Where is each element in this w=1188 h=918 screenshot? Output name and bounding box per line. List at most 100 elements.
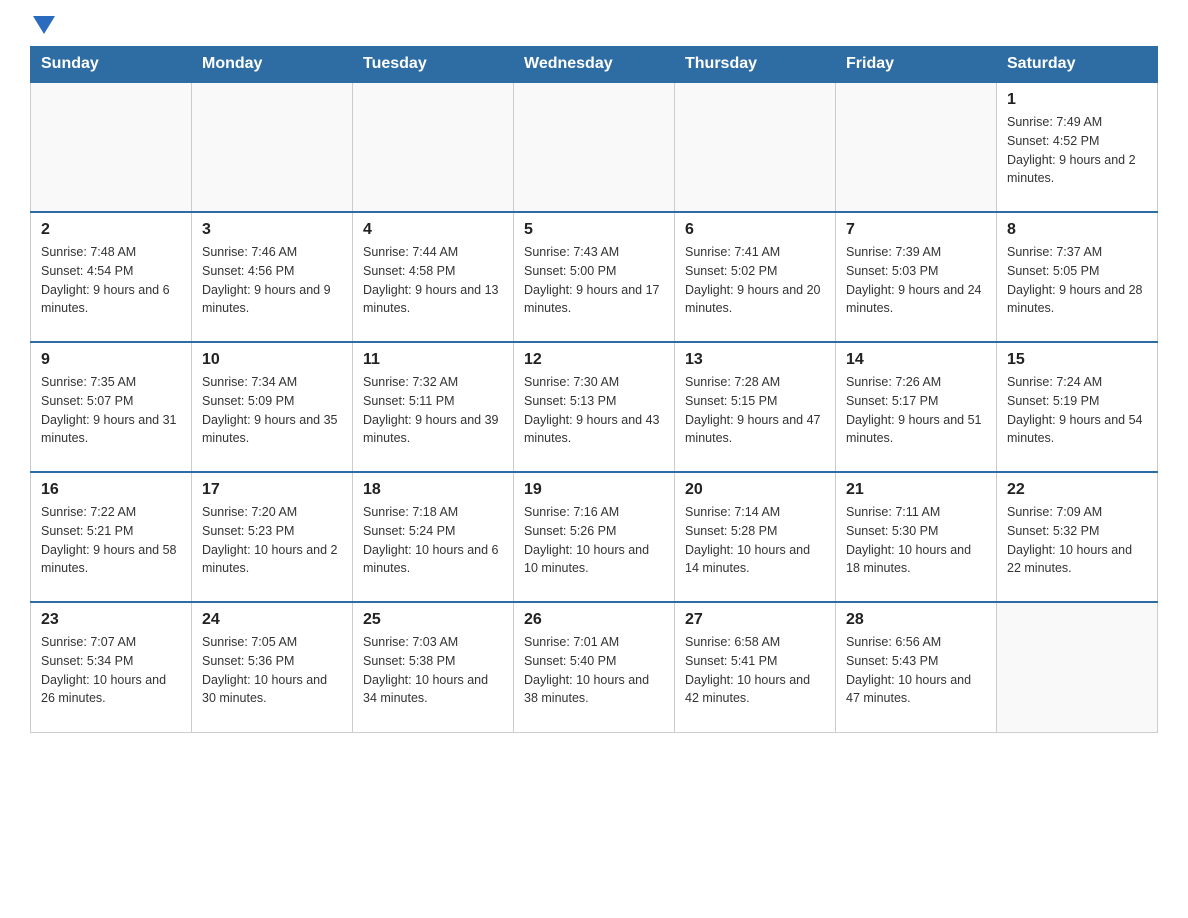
calendar-cell: 19 Sunrise: 7:16 AMSunset: 5:26 PMDayligh… — [514, 472, 675, 602]
calendar-table: SundayMondayTuesdayWednesdayThursdayFrid… — [30, 46, 1158, 733]
day-number: 7 — [846, 221, 986, 239]
day-info: Sunrise: 7:28 AMSunset: 5:15 PMDaylight:… — [685, 373, 825, 448]
calendar-cell: 8Sunrise: 7:37 AMSunset: 5:05 PMDaylight… — [997, 212, 1158, 342]
day-number: 5 — [524, 221, 664, 239]
calendar-cell — [675, 82, 836, 212]
calendar-week-row: 16 Sunrise: 7:22 AMSunset: 5:21 PMDayligh… — [31, 472, 1158, 602]
day-info: Sunrise: 7:03 AMSunset: 5:38 PMDaylight:… — [363, 633, 503, 708]
calendar-week-row: 9 Sunrise: 7:35 AMSunset: 5:07 PMDaylight… — [31, 342, 1158, 472]
day-number: 9 — [41, 351, 181, 369]
calendar-cell: 4Sunrise: 7:44 AMSunset: 4:58 PMDaylight… — [353, 212, 514, 342]
day-info: Sunrise: 7:09 AMSunset: 5:32 PMDaylight:… — [1007, 503, 1147, 578]
calendar-cell — [353, 82, 514, 212]
logo — [30, 20, 55, 36]
calendar-week-row: 23 Sunrise: 7:07 AMSunset: 5:34 PMDayligh… — [31, 602, 1158, 732]
calendar-cell: 10 Sunrise: 7:34 AMSunset: 5:09 PMDayligh… — [192, 342, 353, 472]
day-info: Sunrise: 7:37 AMSunset: 5:05 PMDaylight:… — [1007, 243, 1147, 318]
day-of-week-monday: Monday — [192, 47, 353, 83]
calendar-cell: 1 Sunrise: 7:49 AMSunset: 4:52 PMDaylight… — [997, 82, 1158, 212]
day-info: Sunrise: 7:39 AMSunset: 5:03 PMDaylight:… — [846, 243, 986, 318]
day-number: 12 — [524, 351, 664, 369]
day-info: Sunrise: 7:05 AMSunset: 5:36 PMDaylight:… — [202, 633, 342, 708]
day-info: Sunrise: 7:30 AMSunset: 5:13 PMDaylight:… — [524, 373, 664, 448]
day-number: 28 — [846, 611, 986, 629]
calendar-cell: 21 Sunrise: 7:11 AMSunset: 5:30 PMDayligh… — [836, 472, 997, 602]
logo-arrow-icon — [33, 16, 55, 36]
calendar-cell: 13 Sunrise: 7:28 AMSunset: 5:15 PMDayligh… — [675, 342, 836, 472]
day-info: Sunrise: 7:18 AMSunset: 5:24 PMDaylight:… — [363, 503, 503, 578]
calendar-cell: 11 Sunrise: 7:32 AMSunset: 5:11 PMDayligh… — [353, 342, 514, 472]
day-number: 23 — [41, 611, 181, 629]
calendar-cell: 2 Sunrise: 7:48 AMSunset: 4:54 PMDaylight… — [31, 212, 192, 342]
calendar-cell: 22 Sunrise: 7:09 AMSunset: 5:32 PMDayligh… — [997, 472, 1158, 602]
calendar-cell — [514, 82, 675, 212]
calendar-week-row: 1 Sunrise: 7:49 AMSunset: 4:52 PMDaylight… — [31, 82, 1158, 212]
day-info: Sunrise: 7:16 AMSunset: 5:26 PMDaylight:… — [524, 503, 664, 578]
day-number: 26 — [524, 611, 664, 629]
day-info: Sunrise: 7:11 AMSunset: 5:30 PMDaylight:… — [846, 503, 986, 578]
calendar-cell — [997, 602, 1158, 732]
calendar-cell: 17 Sunrise: 7:20 AMSunset: 5:23 PMDayligh… — [192, 472, 353, 602]
day-number: 25 — [363, 611, 503, 629]
day-of-week-thursday: Thursday — [675, 47, 836, 83]
day-number: 17 — [202, 481, 342, 499]
day-info: Sunrise: 7:26 AMSunset: 5:17 PMDaylight:… — [846, 373, 986, 448]
day-info: Sunrise: 7:14 AMSunset: 5:28 PMDaylight:… — [685, 503, 825, 578]
calendar-header-row: SundayMondayTuesdayWednesdayThursdayFrid… — [31, 47, 1158, 83]
day-number: 6 — [685, 221, 825, 239]
calendar-week-row: 2 Sunrise: 7:48 AMSunset: 4:54 PMDaylight… — [31, 212, 1158, 342]
calendar-cell: 6 Sunrise: 7:41 AMSunset: 5:02 PMDaylight… — [675, 212, 836, 342]
calendar-cell: 20 Sunrise: 7:14 AMSunset: 5:28 PMDayligh… — [675, 472, 836, 602]
day-number: 13 — [685, 351, 825, 369]
day-info: Sunrise: 7:24 AMSunset: 5:19 PMDaylight:… — [1007, 373, 1147, 448]
calendar-cell: 25 Sunrise: 7:03 AMSunset: 5:38 PMDayligh… — [353, 602, 514, 732]
calendar-cell: 27Sunrise: 6:58 AMSunset: 5:41 PMDayligh… — [675, 602, 836, 732]
day-info: Sunrise: 7:35 AMSunset: 5:07 PMDaylight:… — [41, 373, 181, 448]
calendar-cell: 5 Sunrise: 7:43 AMSunset: 5:00 PMDaylight… — [514, 212, 675, 342]
day-info: Sunrise: 7:41 AMSunset: 5:02 PMDaylight:… — [685, 243, 825, 318]
calendar-cell: 16 Sunrise: 7:22 AMSunset: 5:21 PMDayligh… — [31, 472, 192, 602]
day-number: 11 — [363, 351, 503, 369]
day-number: 3 — [202, 221, 342, 239]
day-number: 15 — [1007, 351, 1147, 369]
day-number: 2 — [41, 221, 181, 239]
day-number: 4 — [363, 221, 503, 239]
day-number: 14 — [846, 351, 986, 369]
day-of-week-sunday: Sunday — [31, 47, 192, 83]
calendar-cell: 23 Sunrise: 7:07 AMSunset: 5:34 PMDayligh… — [31, 602, 192, 732]
calendar-cell — [836, 82, 997, 212]
day-number: 16 — [41, 481, 181, 499]
day-of-week-saturday: Saturday — [997, 47, 1158, 83]
day-number: 22 — [1007, 481, 1147, 499]
day-number: 21 — [846, 481, 986, 499]
page-header — [30, 20, 1158, 36]
day-number: 1 — [1007, 91, 1147, 109]
day-info: Sunrise: 7:34 AMSunset: 5:09 PMDaylight:… — [202, 373, 342, 448]
day-info: Sunrise: 7:22 AMSunset: 5:21 PMDaylight:… — [41, 503, 181, 578]
calendar-cell: 18 Sunrise: 7:18 AMSunset: 5:24 PMDayligh… — [353, 472, 514, 602]
calendar-cell: 14 Sunrise: 7:26 AMSunset: 5:17 PMDayligh… — [836, 342, 997, 472]
day-info: Sunrise: 7:49 AMSunset: 4:52 PMDaylight:… — [1007, 113, 1147, 188]
day-info: Sunrise: 7:46 AMSunset: 4:56 PMDaylight:… — [202, 243, 342, 318]
day-of-week-wednesday: Wednesday — [514, 47, 675, 83]
day-info: Sunrise: 7:48 AMSunset: 4:54 PMDaylight:… — [41, 243, 181, 318]
day-info: Sunrise: 7:32 AMSunset: 5:11 PMDaylight:… — [363, 373, 503, 448]
calendar-cell: 9 Sunrise: 7:35 AMSunset: 5:07 PMDaylight… — [31, 342, 192, 472]
day-number: 27 — [685, 611, 825, 629]
day-number: 19 — [524, 481, 664, 499]
calendar-cell — [31, 82, 192, 212]
calendar-cell: 26 Sunrise: 7:01 AMSunset: 5:40 PMDayligh… — [514, 602, 675, 732]
day-info: Sunrise: 7:20 AMSunset: 5:23 PMDaylight:… — [202, 503, 342, 578]
day-number: 20 — [685, 481, 825, 499]
calendar-cell — [192, 82, 353, 212]
calendar-cell: 7 Sunrise: 7:39 AMSunset: 5:03 PMDaylight… — [836, 212, 997, 342]
calendar-cell: 28Sunrise: 6:56 AMSunset: 5:43 PMDayligh… — [836, 602, 997, 732]
calendar-cell: 24Sunrise: 7:05 AMSunset: 5:36 PMDayligh… — [192, 602, 353, 732]
day-number: 18 — [363, 481, 503, 499]
day-info: Sunrise: 7:01 AMSunset: 5:40 PMDaylight:… — [524, 633, 664, 708]
calendar-cell: 12 Sunrise: 7:30 AMSunset: 5:13 PMDayligh… — [514, 342, 675, 472]
day-info: Sunrise: 7:43 AMSunset: 5:00 PMDaylight:… — [524, 243, 664, 318]
day-number: 10 — [202, 351, 342, 369]
calendar-cell: 3 Sunrise: 7:46 AMSunset: 4:56 PMDaylight… — [192, 212, 353, 342]
day-info: Sunrise: 7:07 AMSunset: 5:34 PMDaylight:… — [41, 633, 181, 708]
